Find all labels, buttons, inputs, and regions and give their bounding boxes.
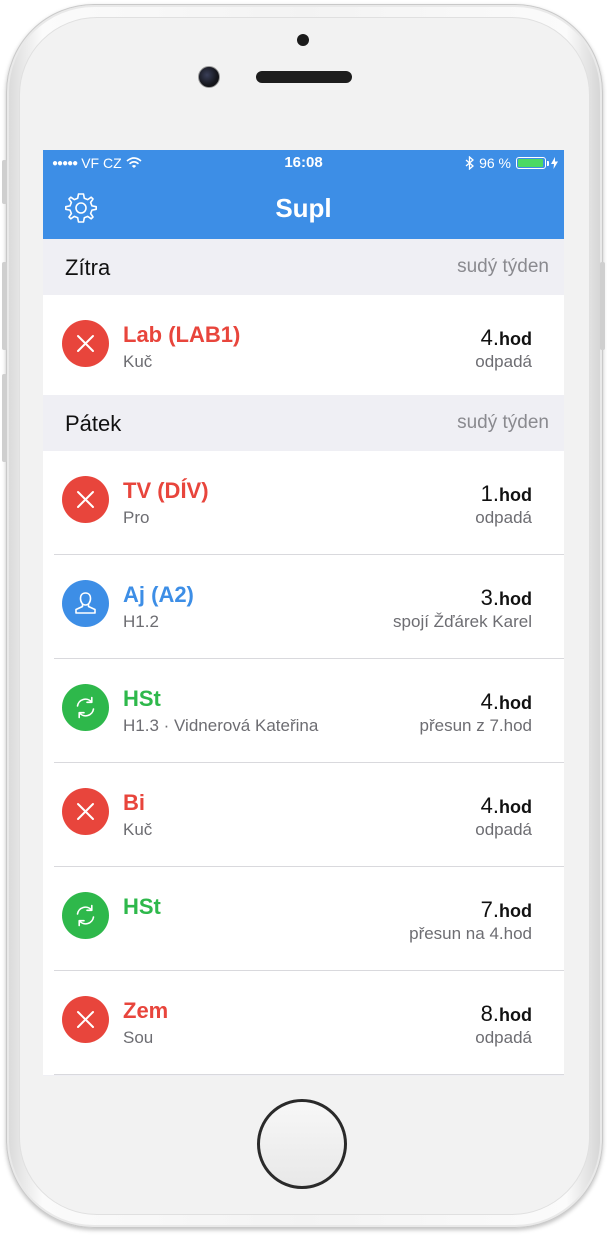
- substitution-row[interactable]: Aj (A2) H1.2 3.hod spojí Žďárek Karel: [43, 555, 564, 659]
- home-button[interactable]: [257, 1099, 347, 1189]
- proximity-sensor: [198, 66, 220, 88]
- lesson-number: 7.hod: [481, 897, 532, 923]
- battery-fill: [518, 159, 543, 167]
- substitution-action: odpadá: [475, 1028, 532, 1047]
- substitution-action: odpadá: [475, 820, 532, 839]
- lesson-unit: hod: [499, 797, 532, 817]
- subject-name: Lab (LAB1): [123, 322, 241, 347]
- lesson-index: 8.: [480, 1001, 499, 1026]
- section-title: Zítra: [65, 255, 111, 280]
- lesson-index: 3.: [480, 585, 499, 610]
- page-title: Supl: [275, 193, 332, 223]
- substitution-row[interactable]: HSt H1.3 · Vidnerová Kateřina 4.hod přes…: [43, 659, 564, 763]
- substitution-row[interactable]: Zem Sou 8.hod odpadá: [43, 971, 564, 1075]
- subject-name: HSt: [123, 686, 161, 711]
- merged-badge: [62, 580, 109, 627]
- substitution-row[interactable]: HSt 7.hod přesun na 4.hod: [43, 867, 564, 971]
- close-icon: [77, 335, 94, 352]
- moved-badge: [62, 892, 109, 939]
- battery-percent: 96 %: [479, 155, 511, 171]
- lesson-index: 4.: [480, 325, 499, 350]
- substitution-action: odpadá: [475, 508, 532, 527]
- cancelled-badge: [62, 788, 109, 835]
- power-button: [600, 262, 605, 350]
- subject-name: TV (DÍV): [123, 478, 209, 503]
- lesson-unit: hod: [499, 693, 532, 713]
- refresh-icon: [76, 696, 95, 719]
- row-divider: [54, 1074, 564, 1075]
- lesson-number: 8.hod: [481, 1001, 532, 1027]
- cancelled-badge: [62, 320, 109, 367]
- substitution-action: přesun z 7.hod: [419, 716, 532, 735]
- lesson-unit: hod: [499, 901, 532, 921]
- subject-name: Zem: [123, 998, 169, 1023]
- lesson-number: 1.hod: [481, 481, 532, 507]
- lesson-unit: hod: [499, 485, 532, 505]
- lesson-number: 4.hod: [481, 793, 532, 819]
- refresh-icon: [76, 904, 95, 927]
- substitution-action: přesun na 4.hod: [409, 924, 532, 943]
- section-list-patek: TV (DÍV) Pro 1.hod odpadá Aj (A2) H1.2 3…: [43, 451, 564, 1075]
- substitution-detail: H1.3 · Vidnerová Kateřina: [123, 716, 319, 735]
- substitution-detail: Sou: [123, 1028, 154, 1047]
- lesson-index: 4.: [480, 689, 499, 714]
- lesson-number: 3.hod: [481, 585, 532, 611]
- close-icon: [77, 491, 94, 508]
- status-right: 96 %: [465, 155, 558, 171]
- battery-icon: [516, 157, 549, 169]
- substitution-row[interactable]: Bi Kuč 4.hod odpadá: [43, 763, 564, 867]
- lesson-index: 1.: [480, 481, 499, 506]
- close-icon: [77, 803, 94, 820]
- status-bar: ●●●●● VF CZ 16:08 96 %: [43, 150, 564, 176]
- volume-up-button: [2, 262, 7, 350]
- person-icon: [75, 592, 96, 614]
- front-camera: [297, 34, 309, 46]
- subject-name: Aj (A2): [123, 582, 194, 607]
- mute-switch: [2, 160, 7, 204]
- substitution-detail: Kuč: [123, 820, 153, 839]
- substitution-row[interactable]: Lab (LAB1) Kuč 4.hod odpadá: [43, 295, 564, 399]
- substitution-detail: H1.2: [123, 612, 159, 631]
- week-parity: sudý týden: [457, 256, 549, 277]
- app-screen: ●●●●● VF CZ 16:08 96 % Supl Zítra sudý t…: [43, 150, 564, 1076]
- section-title: Pátek: [65, 411, 122, 436]
- substitution-detail: Kuč: [123, 352, 153, 371]
- substitution-detail: Pro: [123, 508, 150, 527]
- lesson-index: 7.: [480, 897, 499, 922]
- lesson-number: 4.hod: [481, 325, 532, 351]
- bluetooth-icon: [465, 156, 475, 170]
- substitution-action: spojí Žďárek Karel: [393, 612, 532, 631]
- cancelled-badge: [62, 476, 109, 523]
- subject-name: HSt: [123, 894, 161, 919]
- lesson-number: 4.hod: [481, 689, 532, 715]
- volume-down-button: [2, 374, 7, 462]
- earpiece-speaker: [256, 71, 352, 83]
- section-header-patek: Pátek sudý týden: [43, 395, 564, 451]
- week-parity: sudý týden: [457, 412, 549, 433]
- cancelled-badge: [62, 996, 109, 1043]
- close-icon: [77, 1011, 94, 1028]
- lesson-index: 4.: [480, 793, 499, 818]
- subject-name: Bi: [123, 790, 145, 815]
- lesson-unit: hod: [499, 1005, 532, 1025]
- lesson-unit: hod: [499, 589, 532, 609]
- section-list-zitra: Lab (LAB1) Kuč 4.hod odpadá: [43, 295, 564, 399]
- battery-tip: [547, 161, 549, 166]
- nav-bar: Supl: [43, 176, 564, 239]
- charging-icon: [551, 157, 558, 169]
- substitution-row[interactable]: TV (DÍV) Pro 1.hod odpadá: [43, 451, 564, 555]
- section-header-zitra: Zítra sudý týden: [43, 239, 564, 295]
- lesson-unit: hod: [499, 329, 532, 349]
- moved-badge: [62, 684, 109, 731]
- substitution-action: odpadá: [475, 352, 532, 371]
